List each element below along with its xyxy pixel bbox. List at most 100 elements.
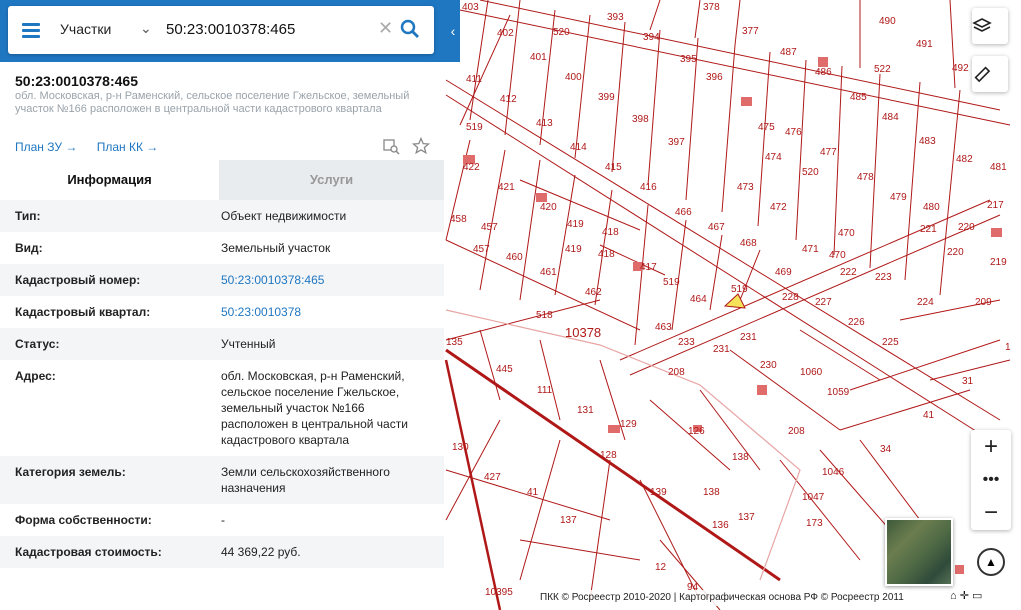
table-row: Статус: Учтенный	[0, 328, 444, 360]
svg-text:485: 485	[850, 92, 867, 103]
table-row: Категория земель: Земли сельскохозяйствен…	[0, 456, 444, 504]
svg-text:419: 419	[565, 244, 582, 255]
svg-text:231: 231	[740, 332, 757, 343]
row-value: 44 369,22 руб.	[221, 545, 301, 559]
svg-text:475: 475	[758, 122, 775, 133]
svg-text:135: 135	[446, 337, 463, 348]
svg-text:111: 111	[537, 385, 553, 396]
row-value: Объект недвижимости	[221, 209, 347, 223]
row-key: Тип:	[15, 209, 41, 223]
ruler-icon	[974, 66, 991, 83]
table-row: Кадастровая стоимость: 44 369,22 руб.	[0, 536, 444, 568]
svg-text:231: 231	[713, 344, 730, 355]
row-value: Земельный участок	[221, 241, 331, 255]
more-button[interactable]: •••	[971, 463, 1011, 496]
svg-text:484: 484	[882, 112, 899, 123]
svg-text:219: 219	[990, 257, 1007, 268]
zoom-out-button[interactable]: −	[971, 496, 1011, 529]
svg-text:233: 233	[678, 337, 695, 348]
svg-text:10378: 10378	[565, 325, 601, 340]
tab-info[interactable]: Информация	[0, 160, 219, 200]
chevron-down-icon[interactable]: ⌄	[140, 20, 152, 37]
cadastral-number-link[interactable]: 50:23:0010378:465	[205, 272, 430, 288]
search-icon[interactable]	[400, 19, 420, 39]
collapse-panel-icon[interactable]: ‹	[446, 22, 460, 40]
compass-icon[interactable]: ▲	[977, 548, 1005, 576]
svg-text:415: 415	[605, 162, 622, 173]
row-key: Кадастровый номер:	[15, 273, 141, 287]
svg-text:136: 136	[712, 520, 729, 531]
svg-text:221: 221	[920, 224, 937, 235]
table-row: Кадастровый номер: 50:23:0010378:465	[0, 264, 444, 296]
svg-text:473: 473	[737, 182, 754, 193]
svg-text:421: 421	[498, 182, 515, 193]
svg-text:483: 483	[919, 136, 936, 147]
svg-text:222: 222	[840, 267, 857, 278]
svg-text:470: 470	[838, 228, 855, 239]
layers-button[interactable]	[972, 8, 1008, 44]
table-row: Адрес: обл. Московская, р-н Раменский, се…	[0, 360, 444, 456]
row-key: Категория земель:	[15, 465, 126, 479]
clear-icon[interactable]: ✕	[378, 18, 393, 39]
svg-text:130: 130	[452, 442, 469, 453]
svg-text:462: 462	[585, 287, 602, 298]
cadastral-quarter-link[interactable]: 50:23:0010378	[205, 304, 430, 320]
svg-text:395: 395	[680, 54, 697, 65]
satellite-layer-thumbnail[interactable]	[885, 518, 953, 586]
svg-text:467: 467	[708, 222, 725, 233]
menu-icon[interactable]	[22, 23, 40, 38]
search-type-select[interactable]: Участки	[60, 21, 111, 37]
svg-text:220: 220	[958, 222, 975, 233]
crosshair-icon[interactable]: ✛	[960, 590, 969, 602]
svg-text:492: 492	[952, 63, 969, 74]
svg-text:491: 491	[916, 39, 933, 50]
svg-text:401: 401	[530, 52, 547, 63]
address-subtitle: обл. Московская, р-н Раменский, сельское…	[15, 90, 410, 115]
svg-text:1060: 1060	[800, 367, 823, 378]
page-title: 50:23:0010378:465	[15, 73, 138, 89]
svg-text:463: 463	[655, 322, 672, 333]
svg-text:225: 225	[882, 337, 899, 348]
svg-text:468: 468	[740, 238, 757, 249]
svg-text:419: 419	[567, 219, 584, 230]
plan-zu-link[interactable]: План ЗУ →	[15, 140, 77, 154]
svg-text:41: 41	[527, 487, 539, 498]
tab-services[interactable]: Услуги	[219, 160, 444, 200]
row-key: Кадастровая стоимость:	[15, 545, 162, 559]
svg-text:520: 520	[802, 167, 819, 178]
star-icon[interactable]	[412, 136, 431, 155]
svg-text:519: 519	[466, 122, 483, 133]
svg-text:399: 399	[598, 92, 615, 103]
svg-text:129: 129	[620, 419, 637, 430]
print-icon[interactable]: ▭	[972, 590, 982, 602]
svg-text:478: 478	[857, 172, 874, 183]
search-input[interactable]: 50:23:0010378:465	[166, 21, 295, 38]
svg-text:223: 223	[875, 272, 892, 283]
zoom-in-button[interactable]: +	[971, 430, 1011, 463]
svg-text:403: 403	[462, 2, 479, 13]
svg-text:457: 457	[481, 222, 498, 233]
svg-text:486: 486	[815, 67, 832, 78]
map-bottom-icons: ⌂ ✛ ▭	[950, 589, 982, 602]
svg-text:402: 402	[497, 28, 514, 39]
svg-text:217: 217	[987, 200, 1004, 211]
row-value: Земли сельскохозяйственного назначения	[221, 465, 390, 495]
svg-text:472: 472	[770, 202, 787, 213]
svg-text:457: 457	[473, 244, 490, 255]
top-search-bar: Участки ⌄ 50:23:0010378:465 ✕ ‹	[0, 0, 460, 62]
svg-text:224: 224	[917, 297, 934, 308]
svg-text:412: 412	[500, 94, 517, 105]
svg-text:131: 131	[577, 405, 594, 416]
svg-text:398: 398	[632, 114, 649, 125]
ruler-button[interactable]	[972, 56, 1008, 92]
home-icon[interactable]: ⌂	[950, 590, 957, 602]
zoom-to-object-icon[interactable]	[382, 137, 400, 155]
row-key: Статус:	[15, 337, 60, 351]
svg-text:445: 445	[496, 364, 513, 375]
svg-text:418: 418	[602, 227, 619, 238]
row-value: Учтенный	[221, 337, 276, 351]
plan-kk-link[interactable]: План КК →	[97, 140, 159, 154]
zoom-controls: + ••• −	[971, 430, 1011, 530]
svg-text:464: 464	[690, 294, 707, 305]
info-panel: 50:23:0010378:465 обл. Московская, р-н Р…	[0, 62, 444, 568]
